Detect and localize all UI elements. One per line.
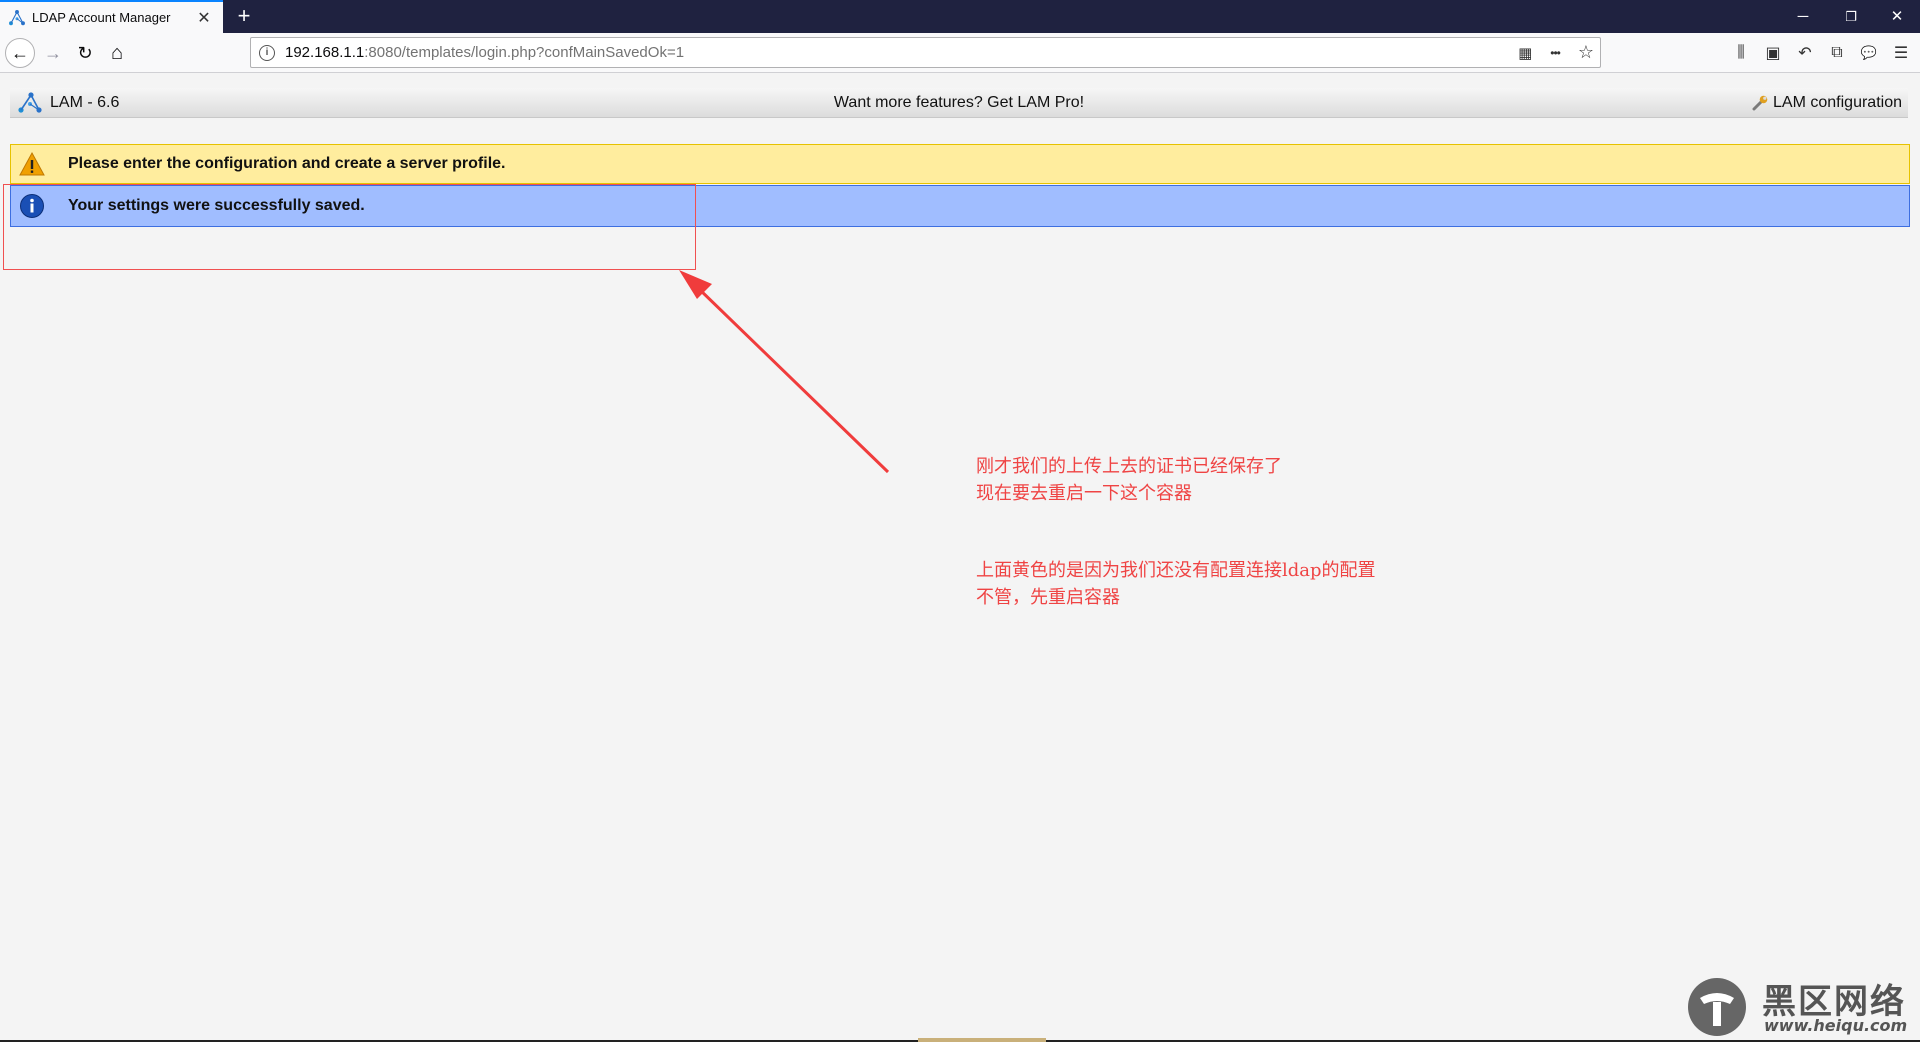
page-actions-icon[interactable]: ••• <box>1550 46 1561 60</box>
home-button[interactable]: ⌂ <box>102 38 132 68</box>
screenshot-icon[interactable]: ⧉ <box>1828 44 1846 62</box>
back-button[interactable]: ← <box>5 38 35 68</box>
url-path: :8080/templates/login.php?confMainSavedO… <box>364 44 685 61</box>
bookmark-star-icon[interactable]: ☆ <box>1578 42 1594 63</box>
wrench-icon <box>1752 95 1768 111</box>
chat-icon[interactable]: 💬 <box>1860 45 1878 61</box>
taskbar-active-indicator <box>918 1038 1046 1042</box>
reload-button[interactable]: ↻ <box>70 38 100 68</box>
undo-icon[interactable]: ↶ <box>1796 43 1814 63</box>
warning-message: Please enter the configuration and creat… <box>10 144 1910 184</box>
sidebar-icon[interactable]: ▣ <box>1764 43 1782 63</box>
menu-icon[interactable]: ☰ <box>1892 43 1910 63</box>
warning-text: Please enter the configuration and creat… <box>68 155 506 172</box>
qr-code-icon[interactable]: ▦ <box>1518 44 1532 62</box>
annotation-note-warning: 上面黄色的是因为我们还没有配置连接ldap的配置 不管，先重启容器 <box>976 557 1376 611</box>
url-actions: ▦ ••• ☆ <box>1518 38 1594 67</box>
forward-button[interactable]: → <box>38 38 68 68</box>
tab-bar: LDAP Account Manager ✕ + ─ ❐ ✕ <box>0 0 1920 33</box>
lam-header: LAM - 6.6 Want more features? Get LAM Pr… <box>10 88 1908 118</box>
browser-tab[interactable]: LDAP Account Manager ✕ <box>0 0 223 33</box>
watermark-logo-icon <box>1688 978 1746 1036</box>
annotation-note-line: 上面黄色的是因为我们还没有配置连接ldap的配置 <box>976 560 1376 581</box>
minimize-icon[interactable]: ─ <box>1780 0 1826 33</box>
url-host: 192.168.1.1 <box>285 44 365 61</box>
watermark: 黑区网络 www.heiqu.com <box>1686 974 1914 1038</box>
lam-configuration-link[interactable]: LAM configuration <box>1752 94 1902 112</box>
warning-icon <box>19 151 45 176</box>
tab-close-icon[interactable]: ✕ <box>195 8 213 28</box>
annotation-highlight-box <box>3 184 696 270</box>
annotation-note-line: 不管，先重启容器 <box>976 587 1120 608</box>
url-bar[interactable]: i 192.168.1.1:8080/templates/login.php?c… <box>250 37 1601 68</box>
watermark-url: www.heiqu.com <box>1764 1016 1908 1035</box>
site-info-icon[interactable]: i <box>259 44 275 61</box>
tab-title: LDAP Account Manager <box>32 10 171 25</box>
annotation-note-line: 刚才我们的上传上去的证书已经保存了 <box>976 456 1282 477</box>
lam-configuration-label: LAM configuration <box>1773 94 1902 111</box>
restore-icon[interactable]: ❐ <box>1828 0 1874 33</box>
toolbar-icons: ⫼ ▣ ↶ ⧉ 💬 ☰ <box>1732 38 1910 68</box>
lam-logo-icon <box>9 9 25 25</box>
annotation-note-line: 现在要去重启一下这个容器 <box>976 483 1192 504</box>
screen: LDAP Account Manager ✕ + ─ ❐ ✕ ← → ↻ ⌂ i… <box>0 0 1920 1042</box>
library-icon[interactable]: ⫼ <box>1732 44 1750 62</box>
lam-pro-link[interactable]: Want more features? Get LAM Pro! <box>10 94 1908 112</box>
navigation-bar: ← → ↻ ⌂ i 192.168.1.1:8080/templates/log… <box>0 33 1920 73</box>
annotation-note-saved: 刚才我们的上传上去的证书已经保存了 现在要去重启一下这个容器 <box>976 453 1282 507</box>
new-tab-button[interactable]: + <box>230 2 258 30</box>
window-close-icon[interactable]: ✕ <box>1874 0 1920 33</box>
